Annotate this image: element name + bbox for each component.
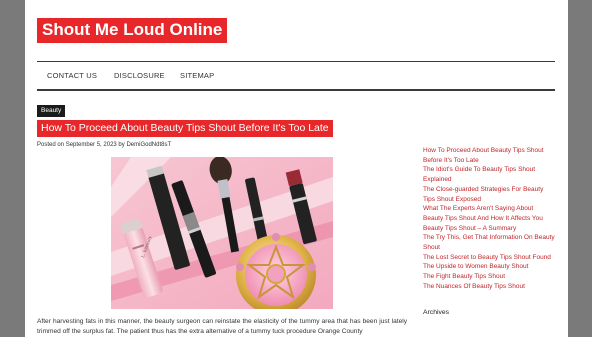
nav-disclosure[interactable]: DISCLOSURE	[114, 62, 165, 89]
recent-post-link[interactable]: What The Experts Aren't Saying About Bea…	[423, 204, 555, 223]
recent-post-link[interactable]: The Try This, Get That Information On Be…	[423, 233, 555, 252]
recent-post-link[interactable]: The Upside to Women Beauty Shout	[423, 262, 555, 272]
post-date[interactable]: September 5, 2023	[66, 142, 117, 148]
post-title[interactable]: How To Proceed About Beauty Tips Shout B…	[37, 120, 333, 137]
recent-post-link[interactable]: The Close-guarded Strategies For Beauty …	[423, 185, 555, 204]
recent-post-link[interactable]: The Idiot's Guide To Beauty Tips Shout E…	[423, 165, 555, 184]
main-navigation: CONTACT US DISCLOSURE SITEMAP	[37, 61, 555, 91]
post-meta: Posted on September 5, 2023 by DemiGodNd…	[37, 142, 171, 148]
post-body: After harvesting fats in this manner, th…	[37, 318, 407, 335]
recent-post-link[interactable]: The Lost Secret to Beauty Tips Shout Fou…	[423, 253, 555, 263]
meta-prefix: Posted on	[37, 142, 65, 148]
recent-post-link[interactable]: How To Proceed About Beauty Tips Shout B…	[423, 146, 555, 165]
recent-post-link[interactable]: Beauty Tips Shout – A Summary	[423, 224, 555, 234]
meta-by: by	[118, 142, 125, 148]
post-author[interactable]: DemiGodNdt8sT	[126, 142, 171, 148]
recent-post-link[interactable]: The Fight Beauty Tips Shout	[423, 272, 555, 282]
nav-sitemap[interactable]: SITEMAP	[180, 62, 214, 89]
site-title[interactable]: Shout Me Loud Online	[37, 18, 228, 43]
recent-post-link[interactable]: The Nuances Of Beauty Tips Shout	[423, 282, 555, 292]
featured-image: L. Intensity	[111, 157, 333, 309]
page-container: Shout Me Loud Online CONTACT US DISCLOSU…	[25, 0, 568, 337]
recent-posts-list: How To Proceed About Beauty Tips Shout B…	[423, 146, 555, 292]
nav-contact-us[interactable]: CONTACT US	[47, 62, 97, 89]
category-badge[interactable]: Beauty	[37, 105, 66, 117]
archives-heading: Archives	[423, 309, 450, 316]
